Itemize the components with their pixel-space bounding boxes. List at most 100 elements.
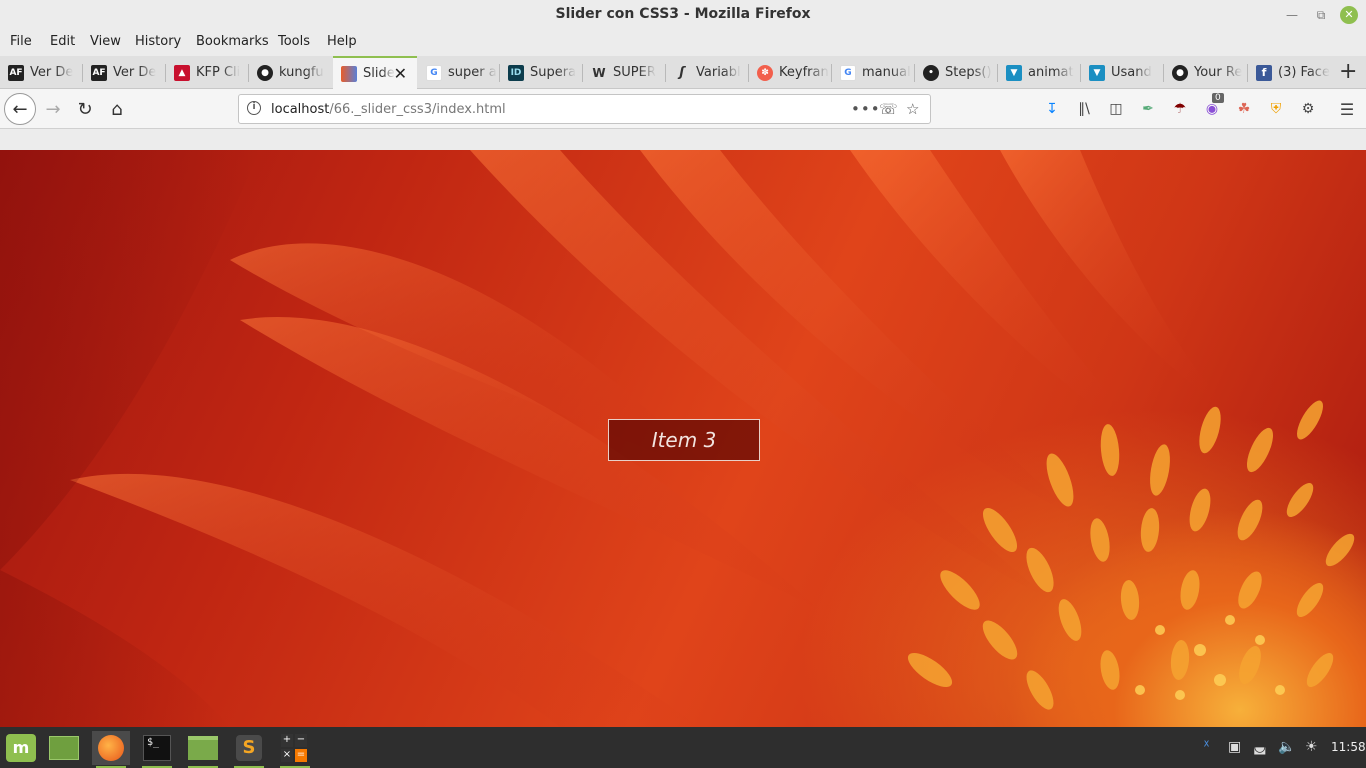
url-path: /66._slider_css3/index.html — [329, 102, 506, 117]
window-title: Slider con CSS3 - Mozilla Firefox — [555, 6, 811, 22]
tab-label: Slide — [363, 66, 395, 81]
firefox-icon — [98, 735, 124, 761]
steps-icon: • — [923, 64, 939, 81]
tab-ver-de-1[interactable]: AF Ver De — [0, 56, 83, 89]
tab-kungfu[interactable]: ● kungfu — [249, 56, 332, 89]
sidebar-icon[interactable]: ◫ — [1106, 99, 1126, 119]
tab-ver-de-2[interactable]: AF Ver De — [83, 56, 166, 89]
url-host: localhost — [271, 102, 330, 117]
forward-button[interactable]: → — [39, 95, 67, 123]
home-button[interactable]: ⌂ — [103, 95, 131, 123]
mint-menu-icon[interactable]: m — [2, 731, 40, 765]
tab-label: Variabl — [696, 65, 741, 80]
w-icon: W — [592, 65, 606, 80]
mdn-icon: ▼ — [1089, 64, 1105, 81]
menu-view[interactable]: View — [90, 34, 121, 49]
bookmark-star-icon[interactable]: ☆ — [906, 100, 919, 118]
pocket-icon[interactable]: ☏ — [879, 100, 898, 118]
bluetooth-icon[interactable]: ᕽ — [1203, 739, 1210, 755]
calculator-launcher-icon[interactable]: + − × = — [276, 731, 314, 768]
show-desktop-icon[interactable] — [45, 731, 83, 765]
tab-your-re[interactable]: ● Your Re — [1164, 56, 1248, 89]
extension-badge-icon[interactable]: ◉ 0 — [1202, 93, 1224, 119]
close-tab-icon[interactable]: ✕ — [394, 64, 407, 83]
library-icon[interactable]: ∥\ — [1074, 99, 1094, 119]
close-window-button[interactable]: ✕ — [1340, 6, 1358, 24]
menu-bar: File Edit View History Bookmarks Tools H… — [0, 30, 1366, 56]
tab-label: Your Re — [1194, 65, 1243, 80]
clock[interactable]: 11:58 — [1331, 740, 1366, 754]
menu-edit[interactable]: Edit — [50, 34, 75, 49]
taskbar: m $_ S + − × = ᕽ ▣ ◛ 🔈 ☀ 11:58 — [0, 727, 1366, 768]
brightness-icon[interactable]: ☀ — [1305, 739, 1318, 755]
ublock-icon[interactable]: ☂ — [1170, 99, 1190, 119]
extension-badge-count: 0 — [1212, 93, 1224, 103]
tab-super-w[interactable]: W SUPER — [583, 56, 666, 89]
sublime-launcher-icon[interactable]: S — [230, 731, 268, 768]
keyframes-icon: ✽ — [757, 64, 773, 81]
menu-history[interactable]: History — [135, 34, 181, 49]
mdn-icon: ▼ — [1006, 64, 1022, 81]
reload-button[interactable]: ↻ — [71, 95, 99, 123]
google-icon: G — [840, 64, 856, 81]
tab-animat[interactable]: ▼ animat — [998, 56, 1081, 89]
tab-bar: AF Ver De AF Ver De ▲ KFP Cli ● kungfu S… — [0, 56, 1366, 89]
menu-bookmarks[interactable]: Bookmarks — [196, 34, 269, 49]
tab-slider-active[interactable]: Slide ✕ — [333, 56, 417, 89]
google-icon: G — [426, 64, 442, 81]
wifi-icon[interactable]: ◛ — [1253, 739, 1267, 755]
hamburger-menu-icon[interactable]: ☰ — [1337, 99, 1357, 119]
tab-label: Keyfran — [779, 65, 829, 80]
tab-label: animat — [1028, 65, 1074, 80]
github-icon: ● — [257, 64, 273, 81]
volume-icon[interactable]: 🔈 — [1278, 739, 1295, 755]
tab-manual[interactable]: G manual — [832, 56, 915, 89]
af-icon: AF — [91, 64, 107, 81]
slider-icon — [341, 65, 357, 82]
terminal-icon: $_ — [143, 735, 171, 761]
tab-label: super a — [448, 65, 497, 80]
tab-steps[interactable]: • Steps() — [915, 56, 998, 89]
tab-label: KFP Cli — [196, 65, 241, 80]
terminal-launcher-icon[interactable]: $_ — [138, 731, 176, 768]
new-tab-button[interactable]: + — [1339, 60, 1357, 84]
menu-help[interactable]: Help — [327, 34, 357, 49]
kfp-icon: ▲ — [174, 64, 190, 81]
tab-facebook[interactable]: f (3) Face — [1248, 56, 1332, 89]
tab-label: Ver De — [113, 65, 157, 80]
url-bar[interactable]: i localhost/66._slider_css3/index.html •… — [238, 94, 931, 124]
tab-label: Usand — [1111, 65, 1152, 80]
tab-kfp[interactable]: ▲ KFP Cli — [166, 56, 249, 89]
tab-variabl[interactable]: ʃ Variabl — [666, 56, 749, 89]
folder-icon — [188, 736, 218, 760]
desktop-folder-icon — [49, 736, 79, 760]
facebook-icon: f — [1256, 64, 1272, 81]
tab-super-a[interactable]: G super a — [418, 56, 500, 89]
tab-label: Supera — [530, 65, 577, 80]
mint-logo-icon: m — [6, 734, 36, 762]
menu-file[interactable]: File — [10, 34, 32, 49]
tab-label: Steps() — [945, 65, 992, 80]
github-icon: ● — [1172, 64, 1188, 81]
shield-extension-icon[interactable]: ⛨ — [1266, 99, 1286, 119]
maximize-button[interactable]: ⧉ — [1311, 5, 1331, 25]
tab-supera[interactable]: ID Supera — [500, 56, 583, 89]
firefox-launcher-icon[interactable] — [92, 731, 130, 768]
eyedropper-icon[interactable]: ✒ — [1138, 99, 1158, 119]
tab-usand[interactable]: ▼ Usand — [1081, 56, 1164, 89]
files-launcher-icon[interactable] — [184, 731, 222, 768]
tree-style-icon[interactable]: ☘ — [1234, 99, 1254, 119]
minimize-button[interactable]: — — [1282, 5, 1302, 25]
url-text[interactable]: localhost/66._slider_css3/index.html — [271, 102, 506, 117]
site-info-icon[interactable]: i — [247, 101, 261, 115]
tab-label: (3) Face — [1278, 65, 1330, 80]
back-button[interactable]: ← — [4, 93, 36, 125]
page-actions-icon[interactable]: ••• — [851, 100, 881, 118]
menu-tools[interactable]: Tools — [278, 34, 310, 49]
sublime-icon: S — [236, 735, 262, 761]
notes-tray-icon[interactable]: ▣ — [1228, 739, 1241, 755]
tab-keyfran[interactable]: ✽ Keyfran — [749, 56, 832, 89]
downloads-icon[interactable]: ↧ — [1042, 99, 1062, 119]
calculator-icon: + − × = — [281, 734, 307, 762]
globe-extension-icon[interactable]: ⚙ — [1298, 99, 1318, 119]
